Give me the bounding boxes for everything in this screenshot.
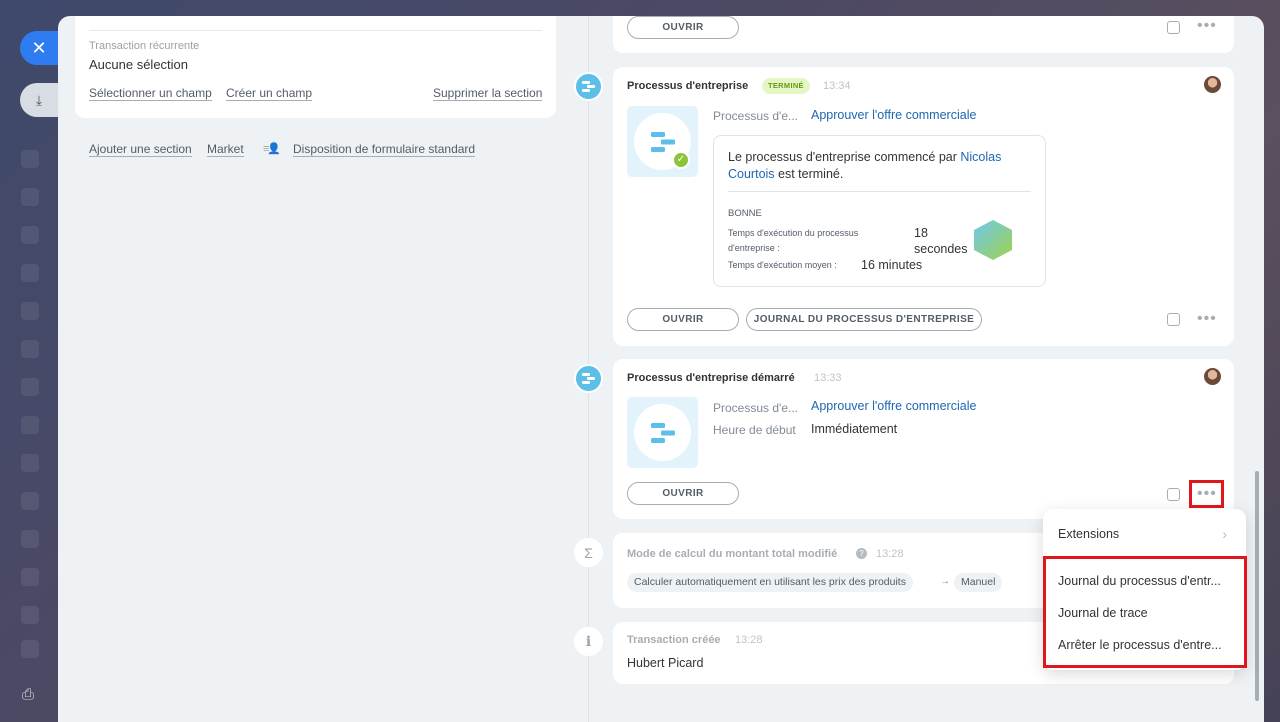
status-badge: TERMINÉ (762, 78, 810, 94)
rail-app-icon[interactable] (21, 226, 39, 244)
form-section-card: Transaction récurrente Aucune sélection … (75, 16, 556, 118)
card-time: 13:28 (735, 634, 763, 646)
process-label: Processus d'e... (713, 109, 798, 123)
rail-app-icon[interactable] (21, 302, 39, 320)
business-process-icon (574, 72, 603, 101)
more-icon[interactable]: ••• (1197, 311, 1217, 327)
business-process-icon (634, 404, 691, 461)
start-time-value: Immédiatement (811, 422, 898, 436)
exec-time-label: Temps d'exécution du processus d'entrepr… (728, 228, 859, 253)
menu-item-extensions[interactable]: Extensions (1058, 527, 1119, 541)
card-title: Transaction créée (627, 634, 721, 646)
add-section-link[interactable]: Ajouter une section (89, 143, 192, 157)
process-label: Processus d'e... (713, 401, 798, 415)
bp-thumbnail (627, 397, 698, 468)
close-icon[interactable]: ✕ (20, 31, 58, 65)
create-field-link[interactable]: Créer un champ (226, 87, 313, 101)
card-title: Mode de calcul du montant total modifié (627, 548, 838, 560)
minimize-icon[interactable]: ⤓ (20, 83, 58, 117)
rail-app-icon[interactable] (21, 378, 39, 396)
rail-app-icon[interactable] (21, 150, 39, 168)
left-rail: ✕ ⤓ ⎙ (0, 0, 58, 722)
note-icon[interactable] (1167, 21, 1180, 34)
card-title: Processus d'entreprise démarré (627, 372, 795, 384)
check-icon: ✓ (672, 151, 690, 169)
note-icon[interactable] (1167, 488, 1180, 501)
rating-label: BONNE (728, 208, 762, 219)
rail-app-icon[interactable] (21, 416, 39, 434)
business-process-icon (574, 364, 603, 393)
printer-icon[interactable]: ⎙ (22, 686, 34, 703)
bp-log-button[interactable]: JOURNAL DU PROCESSUS D'ENTREPRISE (746, 308, 982, 331)
new-value-chip: Manuel (954, 573, 1003, 592)
highlight-more-button (1189, 480, 1224, 508)
rail-app-icon[interactable] (21, 606, 39, 624)
process-link[interactable]: Approuver l'offre commerciale (811, 108, 976, 122)
avatar[interactable] (1204, 76, 1221, 93)
card-time: 13:33 (814, 372, 842, 384)
bp-completed-card: Processus d'entreprise TERMINÉ 13:34 ✓ P… (613, 67, 1234, 346)
exec-time-value: 18 secondes (914, 226, 968, 256)
open-button[interactable]: OUVRIR (627, 16, 739, 39)
avg-time-value: 16 minutes (861, 258, 923, 272)
start-time-label: Heure de début (713, 423, 796, 437)
recurring-label: Transaction récurrente (89, 40, 200, 52)
highlight-menu-items (1043, 556, 1247, 668)
efficiency-hexagon-icon (974, 220, 1012, 260)
info-icon: i (574, 627, 603, 656)
divider (89, 30, 542, 31)
process-link[interactable]: Approuver l'offre commerciale (811, 399, 976, 413)
rail-app-icon[interactable] (21, 454, 39, 472)
open-button[interactable]: OUVRIR (627, 482, 739, 505)
sigma-icon: Σ (574, 538, 603, 567)
bp-result-box: Le processus d'entreprise commencé par N… (713, 135, 1046, 287)
help-icon[interactable]: ? (856, 548, 867, 559)
bp-thumbnail: ✓ (627, 106, 698, 177)
card-time: 13:34 (823, 80, 851, 92)
rail-app-icon[interactable] (21, 568, 39, 586)
delete-section-link[interactable]: Supprimer la section (433, 87, 543, 101)
users-icon: ≡👤 (263, 143, 281, 155)
rail-app-icon[interactable] (21, 530, 39, 548)
card-title: Processus d'entreprise (627, 80, 749, 92)
arrow-icon: → (940, 576, 950, 587)
open-button[interactable]: OUVRIR (627, 308, 739, 331)
timeline-card-top: OUVRIR ••• (613, 16, 1234, 53)
card-time: 13:28 (876, 548, 904, 560)
created-by-user[interactable]: Hubert Picard (627, 656, 703, 670)
avg-time-label: Temps d'exécution moyen : (728, 260, 837, 270)
recurring-value[interactable]: Aucune sélection (89, 57, 188, 72)
market-link[interactable]: Market (207, 143, 244, 157)
rail-app-icon[interactable] (21, 640, 39, 658)
scrollbar[interactable] (1255, 471, 1259, 701)
standard-layout-link[interactable]: Disposition de formulaire standard (293, 143, 476, 157)
note-icon[interactable] (1167, 313, 1180, 326)
bp-result-message: Le processus d'entreprise commencé par N… (728, 150, 1002, 181)
chevron-right-icon: › (1222, 526, 1227, 542)
avatar[interactable] (1204, 368, 1221, 385)
rail-app-icon[interactable] (21, 492, 39, 510)
rail-app-icon[interactable] (21, 340, 39, 358)
divider (728, 191, 1031, 192)
bp-started-card: Processus d'entreprise démarré 13:33 Pro… (613, 359, 1234, 519)
more-icon[interactable]: ••• (1197, 18, 1217, 34)
select-field-link[interactable]: Sélectionner un champ (89, 87, 212, 101)
old-value-chip: Calculer automatiquement en utilisant le… (627, 573, 913, 592)
rail-app-icon[interactable] (21, 188, 39, 206)
rail-app-icon[interactable] (21, 264, 39, 282)
